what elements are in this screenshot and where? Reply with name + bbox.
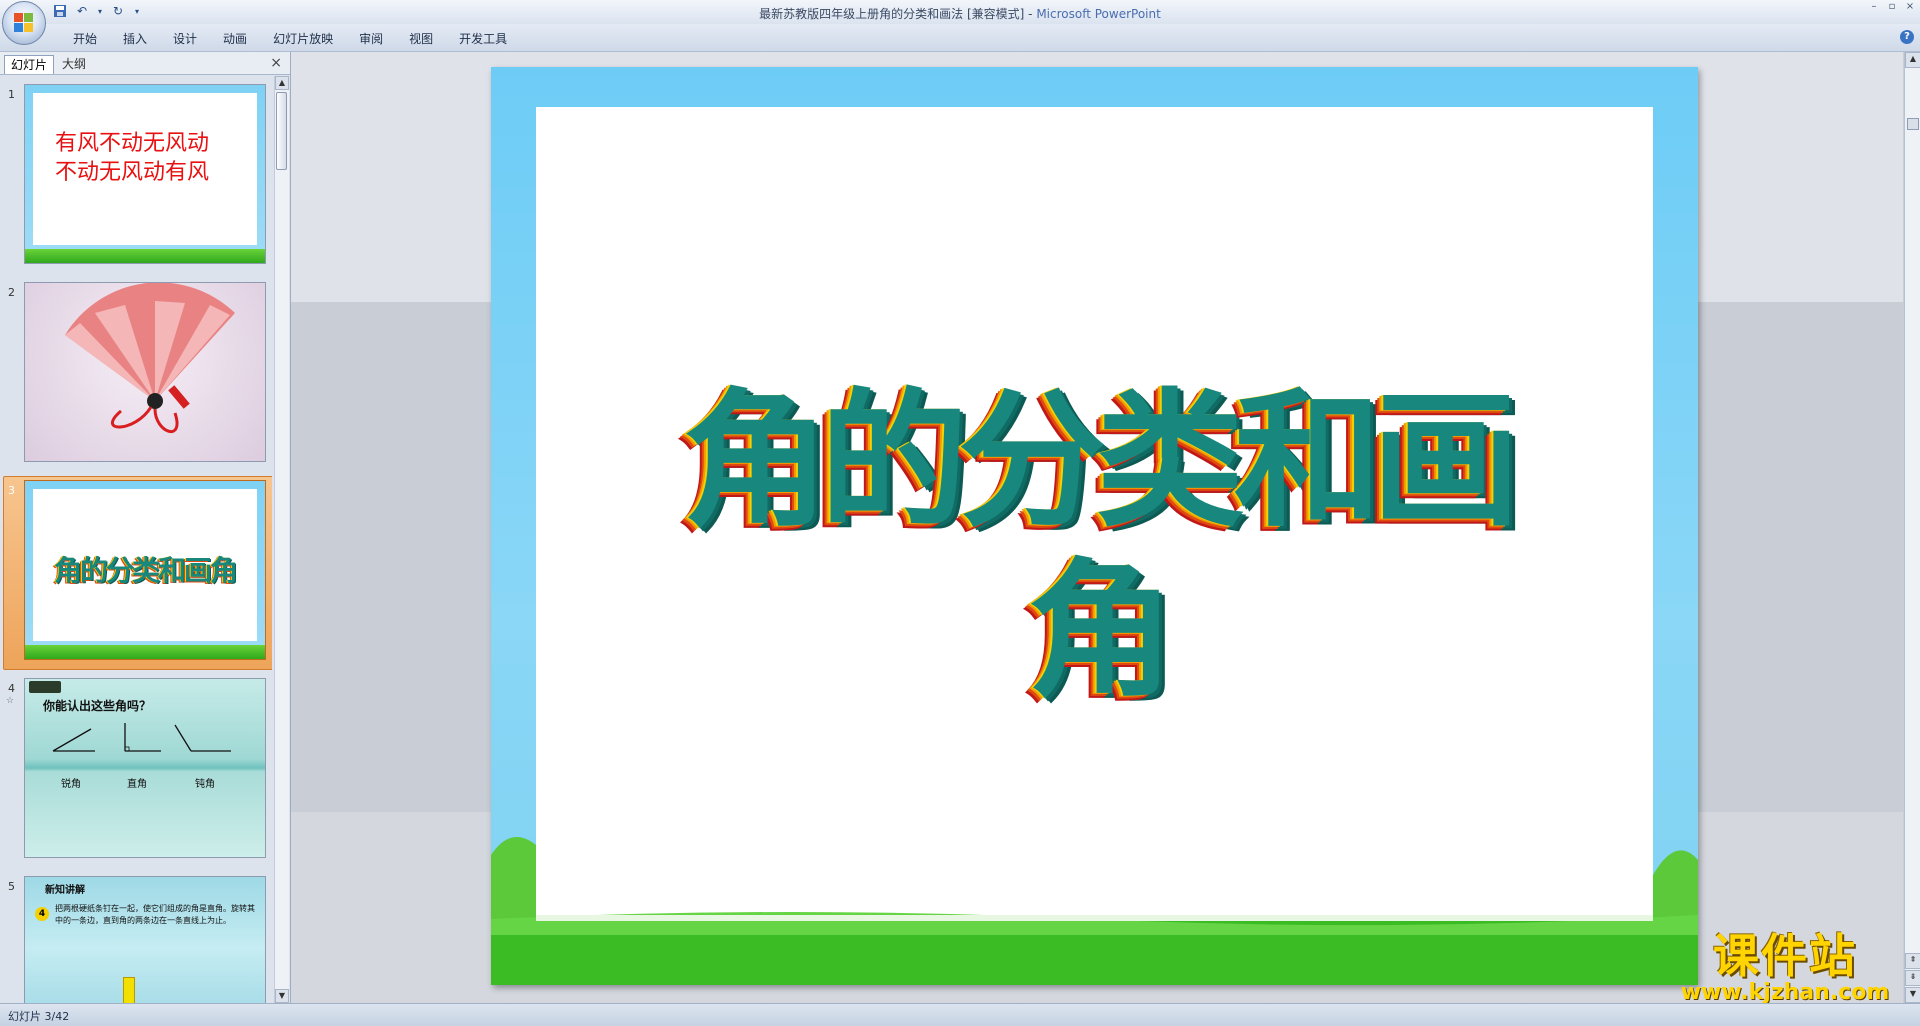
ribbon: 开始 插入 设计 动画 幻灯片放映 审阅 视图 开发工具 ? bbox=[0, 24, 1920, 52]
current-slide[interactable]: 角的分类和画角 bbox=[491, 67, 1698, 985]
scroll-thumb[interactable] bbox=[1907, 118, 1919, 130]
tab-design[interactable]: 设计 bbox=[160, 30, 210, 48]
slide-4-heading: 你能认出这些角吗？ bbox=[43, 699, 152, 713]
slide-5-number-badge: 4 bbox=[35, 907, 49, 921]
thumbnail-list: 1 有风不动无风动 不动无风动有风 2 3 角的分类和画角 4 ☆ 你能认出这些… bbox=[0, 76, 272, 1003]
slide-thumbnail-1[interactable]: 有风不动无风动 不动无风动有风 bbox=[24, 84, 266, 264]
editor-scrollbar[interactable]: ▲ ⇞ ⇟ ▼ bbox=[1904, 52, 1920, 1003]
tab-slides[interactable]: 幻灯片 bbox=[4, 55, 55, 74]
previous-slide-icon[interactable]: ⇞ bbox=[1905, 953, 1920, 969]
slide-thumbnail-2[interactable] bbox=[24, 282, 266, 462]
thumbnail-animation-icon: ☆ bbox=[6, 696, 15, 706]
paper-strip-shape bbox=[123, 977, 135, 1003]
slide-thumbnail-4[interactable]: 你能认出这些角吗？ 锐角 直角 钝角 bbox=[24, 678, 266, 858]
tab-insert[interactable]: 插入 bbox=[110, 30, 160, 48]
document-title: 最新苏教版四年级上册角的分类和画法 [兼容模式] - bbox=[759, 7, 1037, 21]
slides-pane: 幻灯片 大纲 × 1 有风不动无风动 不动无风动有风 2 3 角的分类和画角 4… bbox=[0, 52, 291, 1003]
close-button[interactable]: × bbox=[1902, 1, 1918, 13]
watermark-logo: 课件站 www.kjzhan.com bbox=[1670, 929, 1900, 1005]
scroll-down-icon[interactable]: ▼ bbox=[275, 989, 289, 1003]
angle-diagrams bbox=[52, 723, 231, 752]
slide-thumbnail-5[interactable]: 新知讲解 4 把两根硬纸条钉在一起，使它们组成的角是直角。旋转其中的一条边，直到… bbox=[24, 876, 266, 1003]
thumbnail-number: 1 bbox=[8, 88, 15, 101]
slide-thumbnail-3[interactable]: 角的分类和画角 bbox=[24, 480, 266, 660]
watermark-text: 课件站 bbox=[1713, 929, 1857, 983]
close-pane-icon[interactable]: × bbox=[270, 55, 282, 71]
thumbnail-1-line-1: 有风不动无风动 bbox=[55, 131, 210, 156]
window-title: 最新苏教版四年级上册角的分类和画法 [兼容模式] - Microsoft Pow… bbox=[0, 5, 1920, 22]
thumbnail-number: 4 bbox=[8, 682, 15, 695]
restore-button[interactable]: ▫ bbox=[1884, 1, 1900, 13]
label-obtuse: 钝角 bbox=[195, 779, 215, 790]
status-bar: 幻灯片 3/42 bbox=[0, 1003, 1920, 1026]
ribbon-tabs: 开始 插入 设计 动画 幻灯片放映 审阅 视图 开发工具 bbox=[60, 30, 520, 48]
grass-strip bbox=[25, 645, 265, 659]
tab-developer[interactable]: 开发工具 bbox=[446, 30, 520, 48]
slide-title[interactable]: 角的分类和画角 bbox=[636, 375, 1556, 715]
thumbnail-1-text: 有风不动无风动 不动无风动有风 bbox=[55, 129, 209, 187]
watermark-url: www.kjzhan.com bbox=[1680, 980, 1890, 1005]
thumbnail-1-line-2: 不动无风动有风 bbox=[55, 160, 210, 185]
office-button[interactable] bbox=[2, 1, 46, 45]
scroll-up-icon[interactable]: ▲ bbox=[275, 76, 289, 90]
label-acute: 锐角 bbox=[61, 779, 81, 790]
office-logo-icon bbox=[14, 13, 34, 33]
scroll-thumb[interactable] bbox=[276, 92, 287, 170]
next-slide-icon[interactable]: ⇟ bbox=[1905, 970, 1920, 986]
thumbnail-number: 2 bbox=[8, 286, 15, 299]
slide-4-badge-icon bbox=[29, 681, 61, 693]
slide-counter: 幻灯片 3/42 bbox=[8, 1010, 70, 1023]
thumbnail-3-title: 角的分类和画角 bbox=[53, 554, 238, 587]
grass-strip bbox=[25, 249, 265, 263]
slide-editor: 角的分类和画角 bbox=[291, 52, 1903, 1003]
label-right: 直角 bbox=[127, 779, 147, 790]
minimize-button[interactable]: – bbox=[1866, 1, 1882, 13]
tab-animations[interactable]: 动画 bbox=[210, 30, 260, 48]
slide-5-body: 把两根硬纸条钉在一起，使它们组成的角是直角。旋转其中的一条边，直到角的两条边在一… bbox=[55, 904, 255, 925]
scroll-up-icon[interactable]: ▲ bbox=[1905, 52, 1920, 68]
tab-home[interactable]: 开始 bbox=[60, 30, 110, 48]
slide-5-heading: 新知讲解 bbox=[45, 885, 85, 896]
fan-illustration bbox=[65, 283, 235, 433]
tab-view[interactable]: 视图 bbox=[396, 30, 446, 48]
thumbnail-number: 3 bbox=[8, 484, 15, 497]
grass-decoration bbox=[491, 837, 1698, 985]
pane-tabs: 幻灯片 大纲 × bbox=[0, 52, 290, 75]
pane-scrollbar[interactable]: ▲ ▼ bbox=[274, 76, 289, 1003]
help-icon[interactable]: ? bbox=[1900, 30, 1914, 44]
tab-outline[interactable]: 大纲 bbox=[56, 55, 92, 73]
scroll-down-icon[interactable]: ▼ bbox=[1905, 987, 1920, 1003]
tab-review[interactable]: 审阅 bbox=[346, 30, 396, 48]
window-controls: – ▫ × bbox=[1866, 1, 1918, 13]
title-bar: ↶ ▾ ↻ ▾ 最新苏教版四年级上册角的分类和画法 [兼容模式] - Micro… bbox=[0, 0, 1920, 24]
tab-slideshow[interactable]: 幻灯片放映 bbox=[260, 30, 346, 48]
thumbnail-number: 5 bbox=[8, 880, 15, 893]
app-name: Microsoft PowerPoint bbox=[1036, 7, 1161, 21]
